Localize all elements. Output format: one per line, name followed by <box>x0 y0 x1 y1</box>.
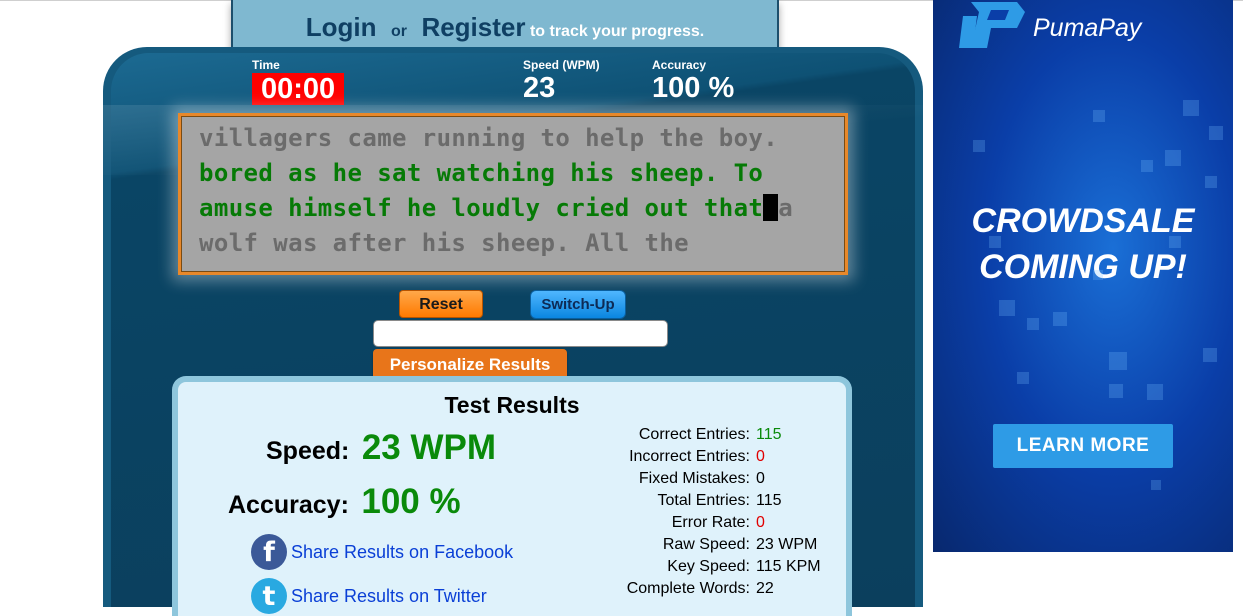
ad-decoration <box>1209 126 1223 140</box>
ad-decoration <box>989 236 1001 248</box>
text-line: wolf was after his sheep. All the <box>199 229 690 257</box>
result-detail-row: Fixed Mistakes: 0 <box>592 470 842 492</box>
accuracy-value: 100 % <box>652 72 735 104</box>
result-detail-label: Total Entries: <box>657 492 750 509</box>
result-detail-value: 115 KPM <box>756 558 821 575</box>
share-twitter-link[interactable]: Share Results on Twitter <box>291 586 487 607</box>
ad-decoration <box>1093 270 1103 280</box>
results-details: Correct Entries: 115 Incorrect Entries: 0 Fi… <box>592 426 842 602</box>
result-accuracy: Accuracy: 100 % <box>228 482 461 522</box>
result-detail-row: Incorrect Entries: 0 <box>592 448 842 470</box>
typing-text-box: villagers came running to help the boy. … <box>178 113 848 275</box>
ad-decoration <box>1053 312 1067 326</box>
time-label: Time <box>252 58 280 72</box>
typing-input[interactable] <box>373 320 668 347</box>
speed-value: 23 <box>523 72 556 104</box>
result-detail-label: Fixed Mistakes: <box>638 470 750 487</box>
ad-decoration <box>1205 176 1217 188</box>
result-detail-label: Incorrect Entries: <box>629 448 750 465</box>
ad-decoration <box>1109 352 1127 370</box>
result-detail-value: 0 <box>756 470 765 487</box>
result-accuracy-value: 100 % <box>361 482 461 521</box>
result-detail-row: Complete Words: 22 <box>592 580 842 602</box>
twitter-icon[interactable]: t <box>251 578 287 614</box>
speed-stat: Speed (WPM) 23 <box>523 58 600 104</box>
pumapay-logo-icon <box>959 2 1025 48</box>
accuracy-stat: Accuracy 100 % <box>652 58 734 104</box>
ad-decoration <box>973 140 985 152</box>
ad-decoration <box>1183 100 1199 116</box>
ad-decoration <box>1141 160 1153 172</box>
ad-headline: COMING UP! <box>979 248 1187 286</box>
ad-decoration <box>1109 384 1123 398</box>
ad-decoration <box>1147 384 1163 400</box>
ad-decoration <box>1017 372 1029 384</box>
learn-more-button[interactable]: LEARN MORE <box>993 424 1173 468</box>
result-detail-row: Error Rate: 0 <box>592 514 842 536</box>
result-detail-label: Correct Entries: <box>638 426 750 443</box>
result-speed-label: Speed: <box>266 437 350 465</box>
ad-decoration <box>1203 348 1217 362</box>
typed-text: amuse himself he loudly cried out that <box>199 194 764 222</box>
result-accuracy-label: Accuracy: <box>228 491 349 519</box>
accuracy-label: Accuracy <box>652 58 707 72</box>
speed-label: Speed (WPM) <box>523 58 600 72</box>
time-stat: Time 00:00 <box>252 58 345 105</box>
share-facebook-link[interactable]: Share Results on Facebook <box>291 542 513 563</box>
result-detail-row: Raw Speed: 23 WPM <box>592 536 842 558</box>
ad-headline: CROWDSALE <box>971 202 1195 240</box>
advertisement[interactable]: PumaPay CROWDSALE COMING UP! LEARN MORE <box>933 0 1233 552</box>
text-cursor <box>763 194 779 221</box>
ad-decoration <box>1027 318 1039 330</box>
result-detail-value: 115 <box>756 426 782 443</box>
result-detail-row: Key Speed: 115 KPM <box>592 558 842 580</box>
time-value: 00:00 <box>252 73 345 105</box>
result-detail-label: Raw Speed: <box>662 536 750 553</box>
result-detail-row: Total Entries: 115 <box>592 492 842 514</box>
result-detail-label: Key Speed: <box>667 558 750 575</box>
result-detail-label: Error Rate: <box>671 514 750 531</box>
facebook-icon[interactable]: f <box>251 534 287 570</box>
register-link[interactable]: Register <box>421 12 525 42</box>
switch-up-button[interactable]: Switch-Up <box>530 290 626 319</box>
result-detail-row: Correct Entries: 115 <box>592 426 842 448</box>
ad-decoration <box>1093 110 1105 122</box>
result-detail-value: 22 <box>756 580 774 597</box>
text-line: villagers came running to help the boy. <box>199 124 779 152</box>
test-results-panel: Test Results Speed: 23 WPM Accuracy: 100… <box>172 376 852 616</box>
login-banner: Login or Register to track your progress… <box>231 0 779 54</box>
result-speed: Speed: 23 WPM <box>266 428 496 468</box>
results-title: Test Results <box>444 392 580 418</box>
track-progress-text: to track your progress. <box>529 23 705 40</box>
result-detail-value: 115 <box>756 492 782 509</box>
ad-decoration <box>999 300 1015 316</box>
reset-button[interactable]: Reset <box>399 290 483 318</box>
pending-text: a <box>778 194 794 222</box>
ad-decoration <box>1165 150 1181 166</box>
result-detail-value: 23 WPM <box>756 536 818 553</box>
result-detail-value: 0 <box>756 448 765 465</box>
text-line: bored as he sat watching his sheep. To <box>199 159 764 187</box>
ad-brand: PumaPay <box>1033 14 1142 42</box>
result-speed-value: 23 WPM <box>361 428 497 467</box>
result-detail-value: 0 <box>756 514 765 531</box>
result-detail-label: Complete Words: <box>626 580 750 597</box>
ad-decoration <box>1151 480 1161 490</box>
ad-decoration <box>1169 236 1181 248</box>
login-link[interactable]: Login <box>306 12 377 42</box>
text-line-current: amuse himself he loudly cried out that a <box>199 191 845 226</box>
or-text: or <box>390 23 407 40</box>
